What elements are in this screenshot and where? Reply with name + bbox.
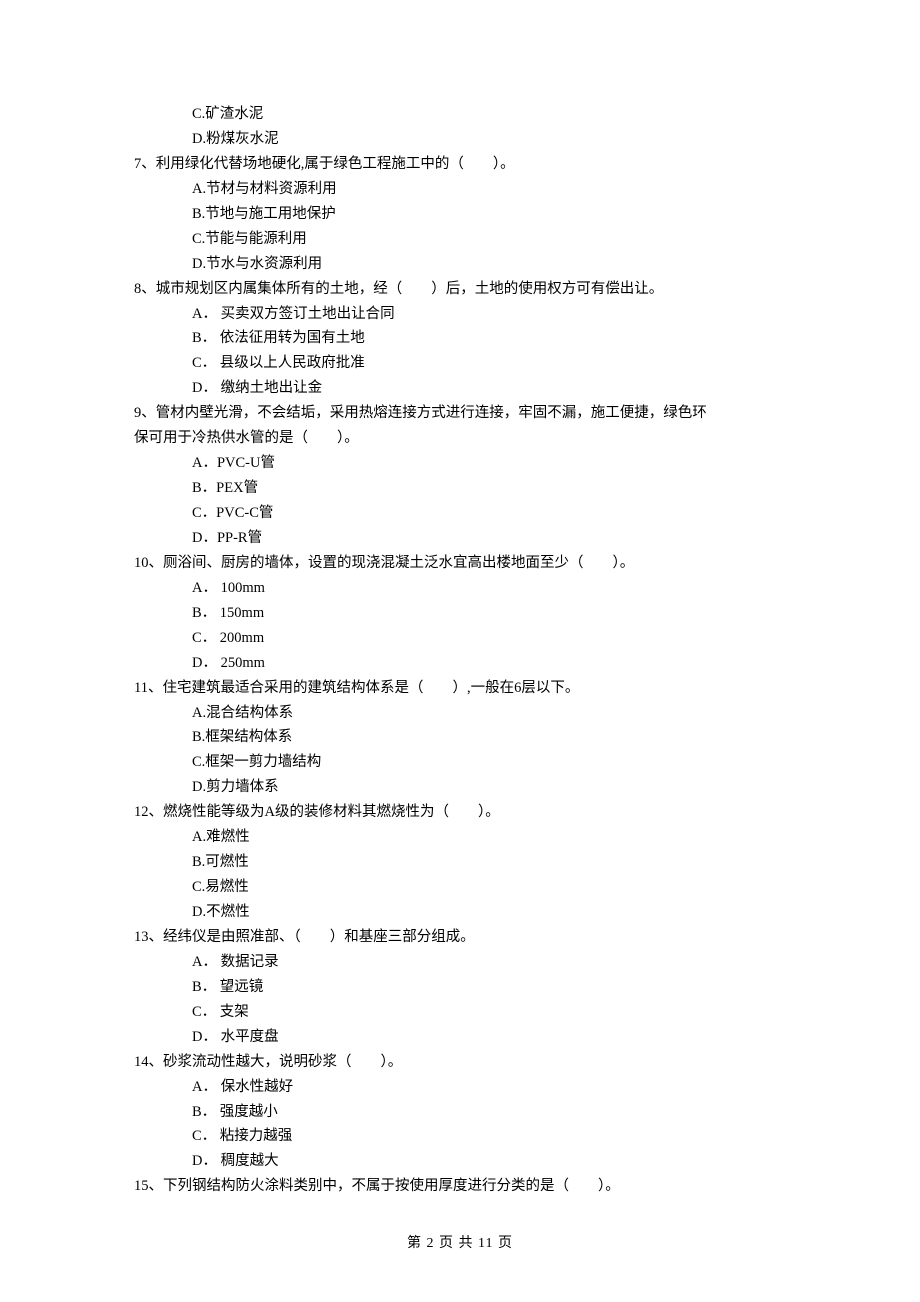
q11-option-b: B.框架结构体系 [134,725,790,750]
q9-option-a: A．PVC-U管 [134,451,790,476]
q14-option-d: D． 稠度越大 [134,1149,790,1174]
q7-stem: 7、利用绿化代替场地硬化,属于绿色工程施工中的（ ）。 [134,152,790,177]
q8-option-b: B． 依法征用转为国有土地 [134,326,790,351]
q9-stem-line2: 保可用于冷热供水管的是（ ）。 [134,426,790,451]
q12-option-d: D.不燃性 [134,900,790,925]
q12-stem: 12、燃烧性能等级为A级的装修材料其燃烧性为（ ）。 [134,800,790,825]
q15-stem: 15、下列钢结构防火涂料类别中，不属于按使用厚度进行分类的是（ ）。 [134,1174,790,1199]
q13-option-a: A． 数据记录 [134,950,790,975]
q6-option-d: D.粉煤灰水泥 [134,127,790,152]
q14-stem: 14、砂浆流动性越大，说明砂浆（ ）。 [134,1050,790,1075]
q9-option-b: B．PEX管 [134,476,790,501]
q13-option-c: C． 支架 [134,1000,790,1025]
q14-option-c: C． 粘接力越强 [134,1124,790,1149]
q8-option-c: C． 县级以上人民政府批准 [134,351,790,376]
q7-option-c: C.节能与能源利用 [134,227,790,252]
q10-option-c: C． 200mm [134,626,790,651]
q8-stem: 8、城市规划区内属集体所有的土地，经（ ）后，土地的使用权方可有偿出让。 [134,277,790,302]
q13-stem: 13、经纬仪是由照准部、（ ）和基座三部分组成。 [134,925,790,950]
q8-option-a: A． 买卖双方签订土地出让合同 [134,302,790,327]
q8-option-d: D． 缴纳土地出让金 [134,376,790,401]
q9-stem-line1: 9、管材内壁光滑，不会结垢，采用热熔连接方式进行连接，牢固不漏，施工便捷，绿色环 [134,401,790,426]
q10-stem: 10、厕浴间、厨房的墙体，设置的现浇混凝土泛水宜高出楼地面至少（ ）。 [134,551,790,576]
q7-option-b: B.节地与施工用地保护 [134,202,790,227]
q7-option-d: D.节水与水资源利用 [134,252,790,277]
q13-option-d: D． 水平度盘 [134,1025,790,1050]
q10-option-d: D． 250mm [134,651,790,676]
q11-option-c: C.框架一剪力墙结构 [134,750,790,775]
q11-option-a: A.混合结构体系 [134,701,790,726]
q11-option-d: D.剪力墙体系 [134,775,790,800]
q10-option-b: B． 150mm [134,601,790,626]
q11-stem: 11、住宅建筑最适合采用的建筑结构体系是（ ）,一般在6层以下。 [134,676,790,701]
q14-option-b: B． 强度越小 [134,1100,790,1125]
q13-option-b: B． 望远镜 [134,975,790,1000]
q9-option-c: C．PVC-C管 [134,501,790,526]
q6-option-c: C.矿渣水泥 [134,102,790,127]
q9-option-d: D．PP-R管 [134,526,790,551]
q12-option-a: A.难燃性 [134,825,790,850]
q10-option-a: A． 100mm [134,576,790,601]
page-footer: 第 2 页 共 11 页 [0,1232,920,1256]
q14-option-a: A． 保水性越好 [134,1075,790,1100]
q12-option-c: C.易燃性 [134,875,790,900]
document-page: C.矿渣水泥 D.粉煤灰水泥 7、利用绿化代替场地硬化,属于绿色工程施工中的（ … [0,0,920,1302]
q7-option-a: A.节材与材料资源利用 [134,177,790,202]
q12-option-b: B.可燃性 [134,850,790,875]
